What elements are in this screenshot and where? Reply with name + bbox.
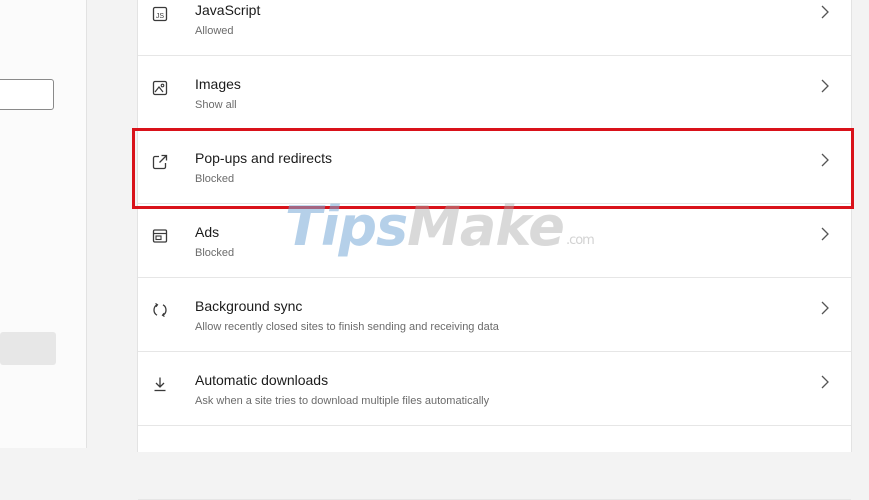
- list-item-automatic-downloads[interactable]: Automatic downloads Ask when a site trie…: [138, 352, 851, 426]
- chevron-right-icon: [819, 152, 831, 168]
- search-input[interactable]: [0, 79, 54, 110]
- sync-icon: [151, 301, 169, 319]
- list-item-title: Images: [195, 76, 241, 92]
- chevron-right-icon: [819, 300, 831, 316]
- javascript-icon: JS: [151, 5, 169, 23]
- popup-icon: [151, 153, 169, 171]
- list-item-javascript[interactable]: JS JavaScript Allowed: [138, 0, 851, 56]
- chevron-right-icon: [819, 4, 831, 20]
- download-icon: [151, 375, 169, 393]
- list-item-images[interactable]: Images Show all: [138, 56, 851, 130]
- image-icon: [151, 79, 169, 97]
- list-item-subtitle: Show all: [195, 99, 237, 111]
- list-item-title: Pop-ups and redirects: [195, 150, 332, 166]
- list-item-title: JavaScript: [195, 2, 261, 18]
- sidebar-item-selected[interactable]: [0, 332, 56, 365]
- list-item-title: Ads: [195, 224, 220, 240]
- list-item-ads[interactable]: Ads Blocked: [138, 204, 851, 278]
- list-item-title: Automatic downloads: [195, 372, 329, 388]
- list-item-background-sync[interactable]: Background sync Allow recently closed si…: [138, 278, 851, 352]
- list-item-subtitle: Allowed: [195, 25, 234, 37]
- list-item-subtitle: Blocked: [195, 247, 235, 259]
- chevron-right-icon: [819, 226, 831, 242]
- list-item-subtitle: Blocked: [195, 173, 235, 185]
- list-item-title: Background sync: [195, 298, 303, 314]
- ads-icon: [151, 227, 169, 245]
- list-item-subtitle: Ask when a site tries to download multip…: [195, 395, 490, 407]
- list-item-next[interactable]: [138, 426, 851, 500]
- svg-text:JS: JS: [156, 13, 165, 20]
- site-permissions-list: JS JavaScript Allowed Images Show all Po…: [137, 0, 852, 500]
- list-item-subtitle: Allow recently closed sites to finish se…: [195, 321, 499, 333]
- chevron-right-icon: [819, 78, 831, 94]
- chevron-right-icon: [819, 374, 831, 390]
- left-pane: [0, 0, 87, 448]
- list-item-popups[interactable]: Pop-ups and redirects Blocked: [138, 130, 851, 204]
